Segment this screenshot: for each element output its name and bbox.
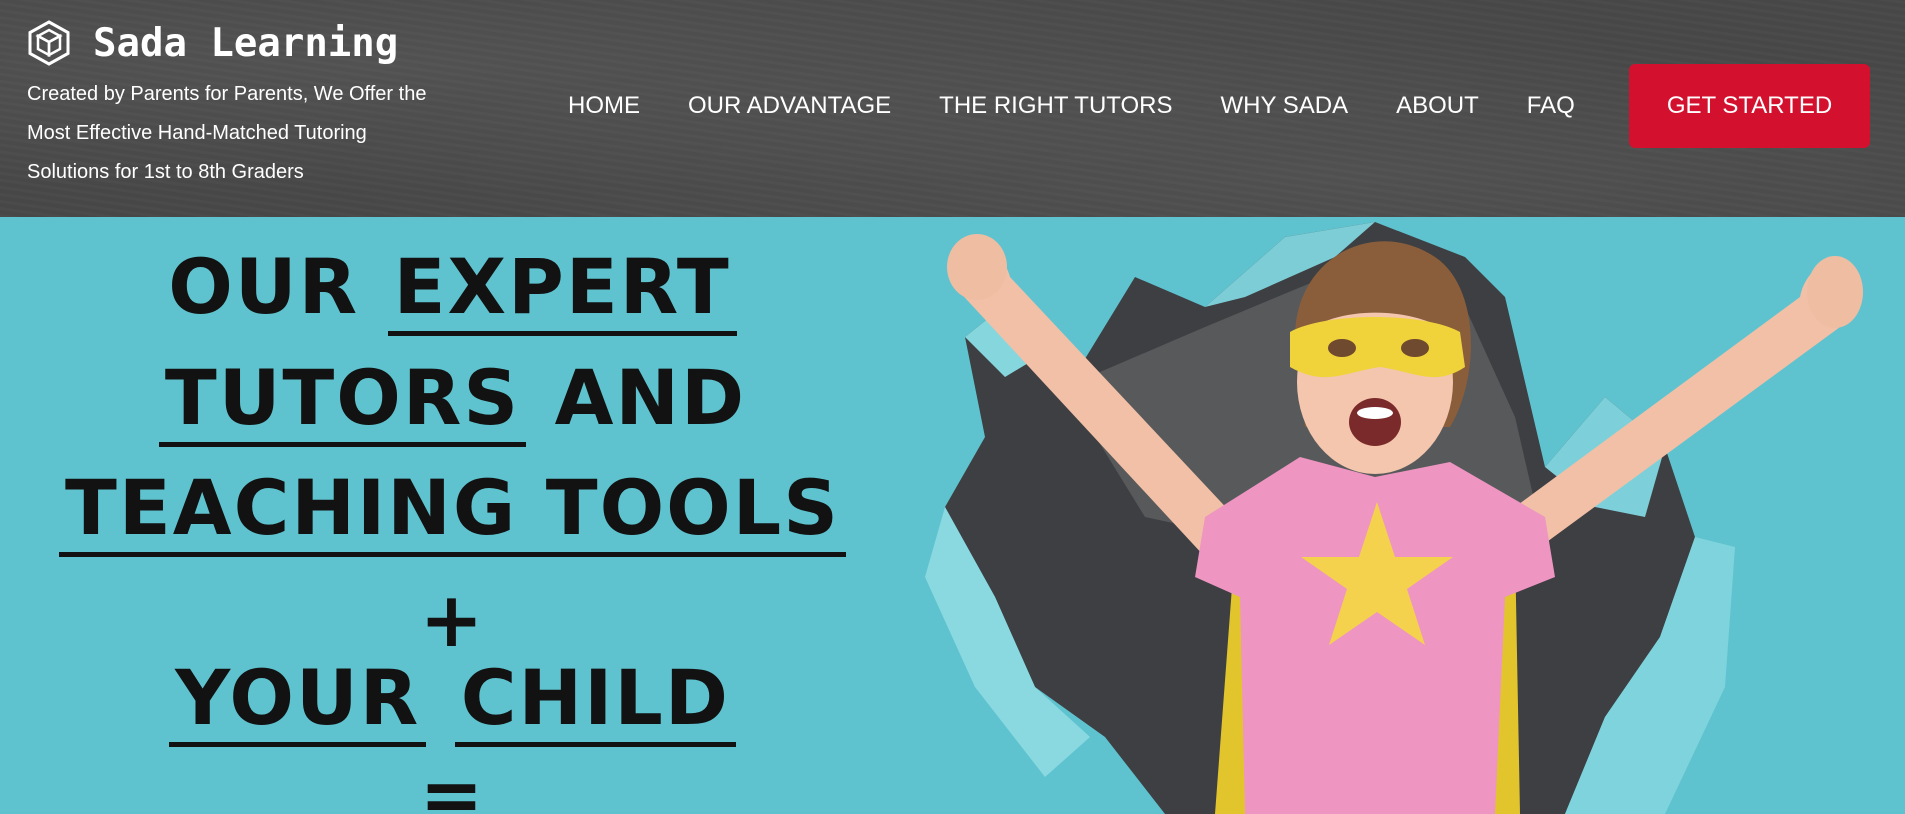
nav-item-home[interactable]: HOME [568,88,640,124]
tagline-line: Solutions for 1st to 8th Graders [27,161,304,183]
headline-line-6: = [0,757,905,814]
headline-word: OUR [168,242,360,331]
nav-item-faq[interactable]: FAQ [1527,88,1575,124]
headline-line-2: TUTORS AND [0,353,905,447]
site-header: Sada Learning Created by Parents for Par… [0,0,1905,217]
headline-word: AND [554,353,747,442]
headline-line-1: OUR EXPERT [0,242,905,336]
equals-sign: = [419,750,486,814]
nav-item-the-right-tutors[interactable]: THE RIGHT TUTORS [939,88,1172,124]
headline-line-3: TEACHING TOOLS [0,463,905,557]
tagline-line: Most Effective Hand-Matched Tutoring [27,122,367,144]
main-nav: HOME OUR ADVANTAGE THE RIGHT TUTORS WHY … [568,88,1575,124]
girl-superhero-photo [925,222,1863,814]
headline-word-underlined: YOUR [169,653,427,747]
tagline: Created by Parents for Parents, We Offer… [27,75,467,192]
nav-item-why-sada[interactable]: WHY SADA [1221,88,1349,124]
plus-sign: + [419,575,486,664]
hero-section: OUR EXPERT TUTORS AND TEACHING TOOLS + Y… [0,217,1905,814]
get-started-button[interactable]: GET STARTED [1629,64,1870,148]
headline-word-underlined: TUTORS [158,353,527,447]
nav-item-about[interactable]: ABOUT [1396,88,1479,124]
headline-line-5: YOUR CHILD [0,653,905,747]
brand-home-link[interactable]: Sada Learning [27,20,398,66]
headline-word-underlined: TEACHING TOOLS [59,463,846,557]
hexagon-cube-logo-icon [28,20,70,66]
nav-item-our-advantage[interactable]: OUR ADVANTAGE [688,88,891,124]
headline-line-4: + [0,582,905,658]
tagline-line: Created by Parents for Parents, We Offer… [27,83,427,105]
headline-word-underlined: CHILD [454,653,736,747]
headline-word-underlined: EXPERT [387,242,737,336]
brand-name: Sada Learning [93,20,399,66]
